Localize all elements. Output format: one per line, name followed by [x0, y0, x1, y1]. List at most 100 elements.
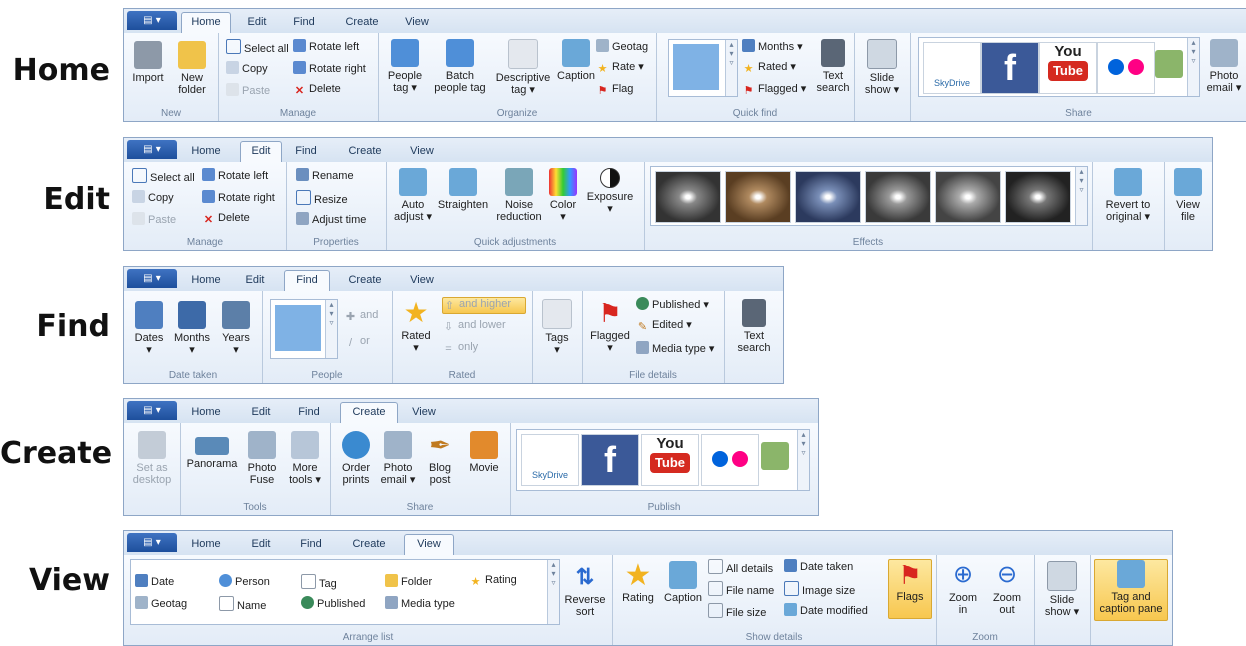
tab-view[interactable]: View: [404, 534, 454, 555]
gallery-scroll[interactable]: ▴ ▾ ▿: [325, 300, 337, 358]
arrange-rating[interactable]: ★ Rating: [469, 574, 517, 589]
tab-edit[interactable]: Edit: [240, 141, 282, 162]
tab-edit[interactable]: Edit: [240, 271, 270, 291]
all-details-button[interactable]: All details: [708, 559, 773, 576]
tab-find[interactable]: Find: [284, 270, 330, 291]
slide-show-button[interactable]: Slide show ▾: [860, 39, 904, 96]
people-gallery[interactable]: ▴ ▾ ▿: [668, 39, 738, 97]
facebook-tile[interactable]: f: [981, 42, 1039, 94]
paste-button[interactable]: Paste: [132, 212, 176, 227]
rotate-left-button[interactable]: Rotate left: [293, 39, 359, 54]
revert-to-original-button[interactable]: Revert to original ▾: [1098, 168, 1158, 223]
app-menu-button[interactable]: ▤ ▾: [127, 533, 177, 552]
flag-button[interactable]: ⚑ Flag: [596, 83, 634, 98]
photo-email-button[interactable]: Photo email ▾: [1202, 39, 1246, 94]
effect-black-white[interactable]: [655, 171, 721, 223]
tab-create[interactable]: Create: [342, 271, 388, 291]
tab-find[interactable]: Find: [287, 13, 321, 33]
text-search-button[interactable]: Text search: [732, 299, 776, 354]
arrange-name[interactable]: Name: [219, 596, 266, 613]
and-higher-button[interactable]: ⇧ and higher: [442, 297, 526, 314]
rotate-right-button[interactable]: Rotate right: [293, 61, 366, 76]
effect-gray[interactable]: [865, 171, 931, 223]
effect-sepia[interactable]: [725, 171, 791, 223]
arrange-media-type[interactable]: Media type: [385, 596, 455, 611]
gallery-scroll[interactable]: ▴ ▾ ▿: [1187, 38, 1199, 96]
people-tag-button[interactable]: People tag ▾: [382, 39, 428, 94]
people-group-tile[interactable]: [1155, 42, 1185, 92]
and-lower-button[interactable]: ⇩ and lower: [442, 319, 506, 334]
share-gallery[interactable]: SkyDrive f You Tube ▴ ▾ ▿: [918, 37, 1200, 97]
delete-button[interactable]: ✕ Delete: [293, 83, 341, 98]
tab-home[interactable]: Home: [184, 403, 228, 423]
geotag-button[interactable]: Geotag: [596, 39, 648, 54]
copy-button[interactable]: Copy: [226, 61, 268, 76]
rotate-left-button[interactable]: Rotate left: [202, 168, 268, 183]
arrange-person[interactable]: Person: [219, 574, 270, 589]
rate-button[interactable]: ★ Rate ▾: [596, 61, 644, 76]
panorama-button[interactable]: Panorama: [184, 431, 240, 470]
exposure-button[interactable]: Exposure ▾: [582, 168, 638, 215]
youtube-tile[interactable]: You Tube: [641, 434, 699, 486]
flagged-button[interactable]: ⚑ Flagged ▾: [742, 83, 807, 98]
tab-find[interactable]: Find: [289, 142, 323, 162]
import-button[interactable]: Import: [128, 41, 168, 84]
flickr-tile[interactable]: [1097, 42, 1155, 94]
batch-people-tag-button[interactable]: Batch people tag: [430, 39, 490, 94]
tab-find[interactable]: Find: [294, 535, 328, 555]
image-size-button[interactable]: Image size: [784, 581, 855, 598]
arrange-tag[interactable]: Tag: [301, 574, 337, 591]
youtube-tile[interactable]: You Tube: [1039, 42, 1097, 94]
people-gallery[interactable]: ▴ ▾ ▿: [270, 299, 338, 359]
auto-adjust-button[interactable]: Auto adjust ▾: [392, 168, 434, 223]
months-button[interactable]: Months ▾: [742, 39, 803, 54]
tab-edit[interactable]: Edit: [246, 403, 276, 423]
arrange-folder[interactable]: Folder: [385, 574, 432, 589]
view-file-button[interactable]: View file: [1170, 168, 1206, 223]
flags-button[interactable]: ⚑ Flags: [888, 559, 932, 619]
slide-show-button[interactable]: Slide show ▾: [1040, 561, 1084, 618]
photo-email-button[interactable]: Photo email ▾: [378, 431, 418, 486]
movie-button[interactable]: Movie: [464, 431, 504, 474]
tab-view[interactable]: View: [399, 13, 435, 33]
tab-home[interactable]: Home: [184, 535, 228, 555]
dates-button[interactable]: Dates ▾: [130, 301, 168, 356]
date-taken-button[interactable]: Date taken: [784, 559, 853, 574]
date-modified-button[interactable]: Date modified: [784, 603, 868, 618]
and-button[interactable]: ✚ and: [344, 309, 378, 324]
published-button[interactable]: Published ▾: [636, 297, 709, 312]
skydrive-tile[interactable]: SkyDrive: [521, 434, 579, 486]
effect-gray-2[interactable]: [935, 171, 1001, 223]
tags-button[interactable]: Tags ▾: [538, 299, 576, 356]
gallery-scroll[interactable]: ▴ ▾ ▿: [797, 430, 809, 490]
delete-button[interactable]: ✕ Delete: [202, 212, 250, 227]
arrange-published[interactable]: Published: [301, 596, 365, 611]
tab-edit[interactable]: Edit: [242, 13, 272, 33]
rotate-right-button[interactable]: Rotate right: [202, 190, 275, 205]
more-tools-button[interactable]: More tools ▾: [284, 431, 326, 486]
app-menu-button[interactable]: ▤ ▾: [127, 401, 177, 420]
flagged-button[interactable]: ⚑ Flagged ▾: [588, 299, 632, 354]
tab-view[interactable]: View: [404, 142, 440, 162]
rename-button[interactable]: Rename: [296, 168, 354, 183]
caption-button[interactable]: Caption: [554, 39, 598, 82]
file-name-button[interactable]: File name: [708, 581, 774, 598]
order-prints-button[interactable]: Order prints: [336, 431, 376, 486]
tab-create[interactable]: Create: [346, 535, 392, 555]
select-all-button[interactable]: Select all: [226, 39, 289, 56]
app-menu-button[interactable]: ▤ ▾: [127, 11, 177, 30]
tab-home[interactable]: Home: [184, 142, 228, 162]
set-as-desktop-button[interactable]: Set as desktop: [128, 431, 176, 486]
caption-button[interactable]: Caption: [660, 561, 706, 604]
gallery-scroll[interactable]: ▴ ▾ ▿: [725, 40, 737, 96]
tab-home[interactable]: Home: [184, 271, 228, 291]
years-button[interactable]: Years ▾: [216, 301, 256, 356]
resize-button[interactable]: Resize: [296, 190, 348, 207]
skydrive-tile[interactable]: SkyDrive: [923, 42, 981, 94]
rated-button[interactable]: ★ Rated ▾: [396, 299, 436, 355]
tab-find[interactable]: Find: [292, 403, 326, 423]
zoom-in-button[interactable]: ⊕ Zoom in: [942, 561, 984, 616]
blog-post-button[interactable]: ✒ Blog post: [420, 431, 460, 486]
gallery-scroll[interactable]: ▴ ▾ ▿: [547, 560, 559, 624]
straighten-button[interactable]: Straighten: [434, 168, 492, 211]
